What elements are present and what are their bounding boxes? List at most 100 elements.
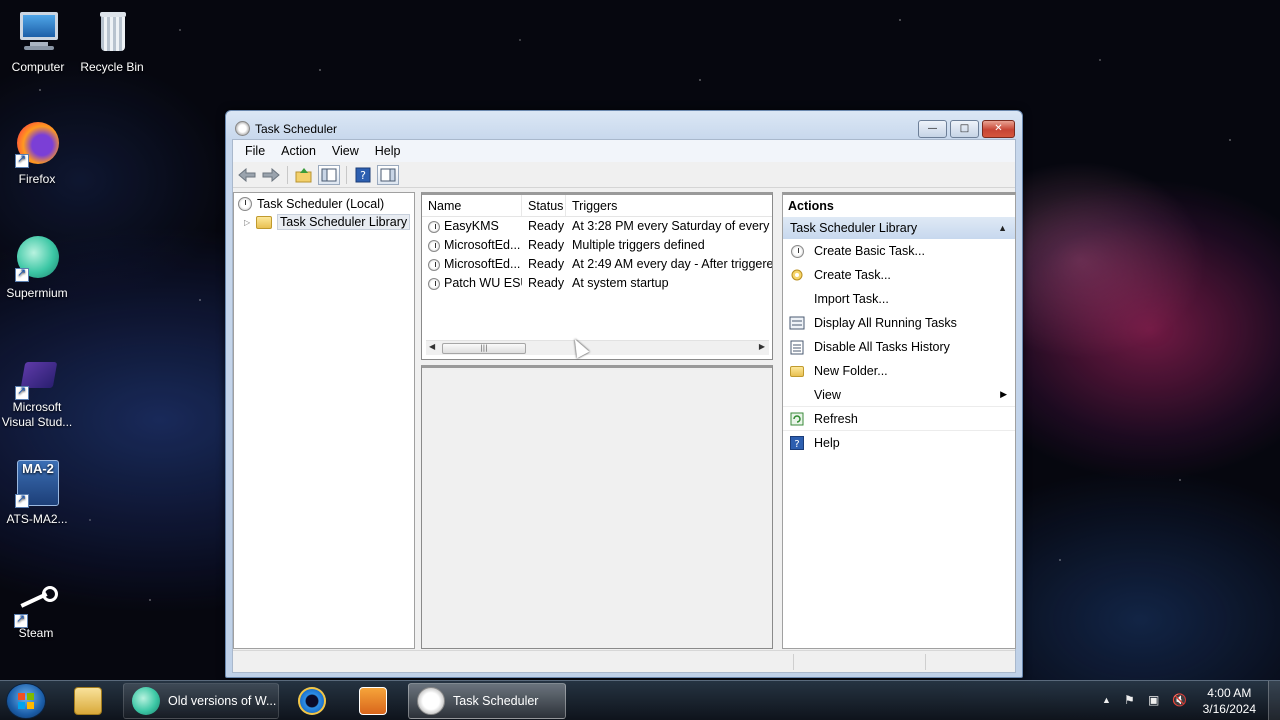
desktop-icon-firefox[interactable]: Firefox	[0, 120, 77, 186]
action-import-task[interactable]: Import Task...	[783, 287, 1015, 311]
menu-help[interactable]: Help	[367, 144, 409, 158]
action-disable-tasks-history[interactable]: Disable All Tasks History	[783, 335, 1015, 359]
action-label: Display All Running Tasks	[814, 316, 957, 330]
column-header-name[interactable]: Name	[422, 195, 522, 216]
taskbar-button-label: Old versions of W...	[168, 694, 277, 708]
desktop-icon-label: Steam	[18, 626, 54, 640]
forward-arrow-icon[interactable]	[261, 165, 281, 185]
task-scheduler-icon	[417, 687, 445, 715]
task-status: Ready	[528, 257, 565, 271]
taskbar-task-scheduler[interactable]: Task Scheduler	[408, 683, 566, 719]
action-refresh[interactable]: Refresh	[783, 407, 1015, 431]
action-view[interactable]: View ▶	[783, 383, 1015, 407]
svg-text:?: ?	[794, 439, 799, 450]
action-label: New Folder...	[814, 364, 888, 378]
action-label: Disable All Tasks History	[814, 340, 950, 354]
task-triggers: At 2:49 AM every day - After triggered	[572, 257, 772, 271]
show-hidden-icons-icon[interactable]: ▲	[1102, 695, 1111, 705]
desktop-icon-steam[interactable]: Steam	[0, 582, 76, 640]
maximize-button[interactable]: □	[950, 120, 979, 138]
recycle-bin-icon	[88, 8, 136, 56]
task-name: Patch WU ESU	[444, 276, 522, 290]
desktop-icon-computer[interactable]: Computer	[0, 8, 78, 74]
desktop-icon-label: Microsoft Visual Stud...	[1, 400, 73, 429]
taskbar-clock[interactable]: 4:00 AM 3/16/2024	[1203, 685, 1256, 717]
console-tree: Task Scheduler (Local) ▷ Task Scheduler …	[233, 192, 415, 649]
task-list: Name Status Triggers EasyKMS Ready At 3:…	[421, 192, 773, 360]
table-row[interactable]: MicrosoftEd... Ready Multiple triggers d…	[422, 236, 772, 255]
up-folder-icon[interactable]	[294, 165, 314, 185]
taskbar: Old versions of W... Task Scheduler ▲ ⚑ …	[0, 680, 1280, 720]
close-button[interactable]: ✕	[982, 120, 1015, 138]
collapse-arrow-icon[interactable]: ▲	[998, 217, 1007, 239]
start-button[interactable]	[6, 683, 46, 719]
task-list-header: Name Status Triggers	[422, 195, 772, 217]
taskbar-supermium[interactable]: Old versions of W...	[123, 683, 279, 719]
steam-icon	[12, 582, 60, 628]
task-scheduler-icon	[238, 197, 252, 211]
help-icon[interactable]: ?	[353, 165, 373, 185]
table-row[interactable]: MicrosoftEd... Ready At 2:49 AM every da…	[422, 255, 772, 274]
action-create-task[interactable]: Create Task...	[783, 263, 1015, 287]
folder-icon	[789, 363, 805, 379]
toolbar: ?	[233, 162, 1015, 188]
desktop-icon-visual-studio[interactable]: Microsoft Visual Stud...	[0, 360, 77, 430]
action-help[interactable]: ? Help	[783, 431, 1015, 455]
network-icon[interactable]: ▣	[1148, 693, 1159, 707]
taskbar-explorer[interactable]	[58, 683, 120, 719]
action-label: Help	[814, 436, 840, 450]
task-scheduler-icon	[235, 121, 250, 136]
desktop-icon-supermium[interactable]: Supermium	[0, 234, 77, 300]
column-header-status[interactable]: Status	[522, 195, 566, 216]
actions-pane: Actions Task Scheduler Library ▲ Create …	[782, 192, 1016, 649]
task-icon	[428, 258, 440, 271]
task-icon	[428, 239, 440, 252]
internet-explorer-icon	[298, 687, 326, 715]
menu-file[interactable]: File	[237, 144, 273, 158]
supermium-icon	[13, 234, 61, 282]
expand-arrow-icon[interactable]: ▷	[244, 218, 254, 227]
back-arrow-icon[interactable]	[237, 165, 257, 185]
taskbar-media-player[interactable]	[345, 683, 403, 719]
tree-node-label: Task Scheduler (Local)	[257, 197, 385, 211]
volume-muted-icon[interactable]: 🔇	[1172, 693, 1187, 707]
toolbar-separator	[287, 165, 288, 184]
desktop-icon-recycle-bin[interactable]: Recycle Bin	[72, 8, 152, 74]
action-label: Refresh	[814, 411, 858, 426]
status-bar-divider	[793, 654, 794, 670]
show-hide-action-pane-icon[interactable]	[377, 164, 399, 185]
minimize-button[interactable]: —	[918, 120, 947, 138]
action-new-folder[interactable]: New Folder...	[783, 359, 1015, 383]
actions-section-header[interactable]: Task Scheduler Library ▲	[783, 217, 1015, 239]
show-desktop-button[interactable]	[1268, 681, 1280, 720]
column-header-triggers[interactable]: Triggers	[566, 195, 772, 216]
show-hide-console-tree-icon[interactable]	[318, 164, 340, 185]
scroll-left-icon[interactable]: ◀	[429, 342, 435, 351]
create-task-icon	[789, 267, 805, 283]
action-display-running-tasks[interactable]: Display All Running Tasks	[783, 311, 1015, 335]
action-label: Create Task...	[814, 268, 891, 282]
menu-action[interactable]: Action	[273, 144, 324, 158]
scroll-right-icon[interactable]: ▶	[759, 342, 765, 351]
tree-node-root[interactable]: Task Scheduler (Local)	[238, 195, 384, 213]
actions-section-label: Task Scheduler Library	[790, 221, 918, 235]
actions-title: Actions	[788, 199, 834, 213]
desktop-icon-label: Supermium	[6, 286, 68, 300]
action-create-basic-task[interactable]: Create Basic Task...	[783, 239, 1015, 263]
tasks-history-icon	[789, 339, 805, 355]
table-row[interactable]: EasyKMS Ready At 3:28 PM every Saturday …	[422, 217, 772, 236]
tree-node-library[interactable]: ▷ Task Scheduler Library	[244, 213, 411, 231]
taskbar-internet-explorer[interactable]	[284, 683, 344, 719]
action-center-flag-icon[interactable]: ⚑	[1124, 693, 1135, 707]
media-player-icon	[359, 687, 387, 715]
menu-view[interactable]: View	[324, 144, 367, 158]
action-label: Import Task...	[814, 292, 889, 306]
task-name: MicrosoftEd...	[444, 257, 521, 271]
desktop-icon-ma2[interactable]: MA-2 ATS-MA2...	[0, 460, 77, 526]
table-row[interactable]: Patch WU ESU Ready At system startup	[422, 274, 772, 293]
horizontal-scrollbar[interactable]: ◀ ||| ▶	[426, 340, 769, 355]
clock-time: 4:00 AM	[1207, 686, 1252, 700]
tree-node-label: Task Scheduler Library	[277, 214, 411, 230]
scrollbar-thumb[interactable]: |||	[442, 343, 526, 354]
import-task-blank-icon	[789, 291, 805, 307]
